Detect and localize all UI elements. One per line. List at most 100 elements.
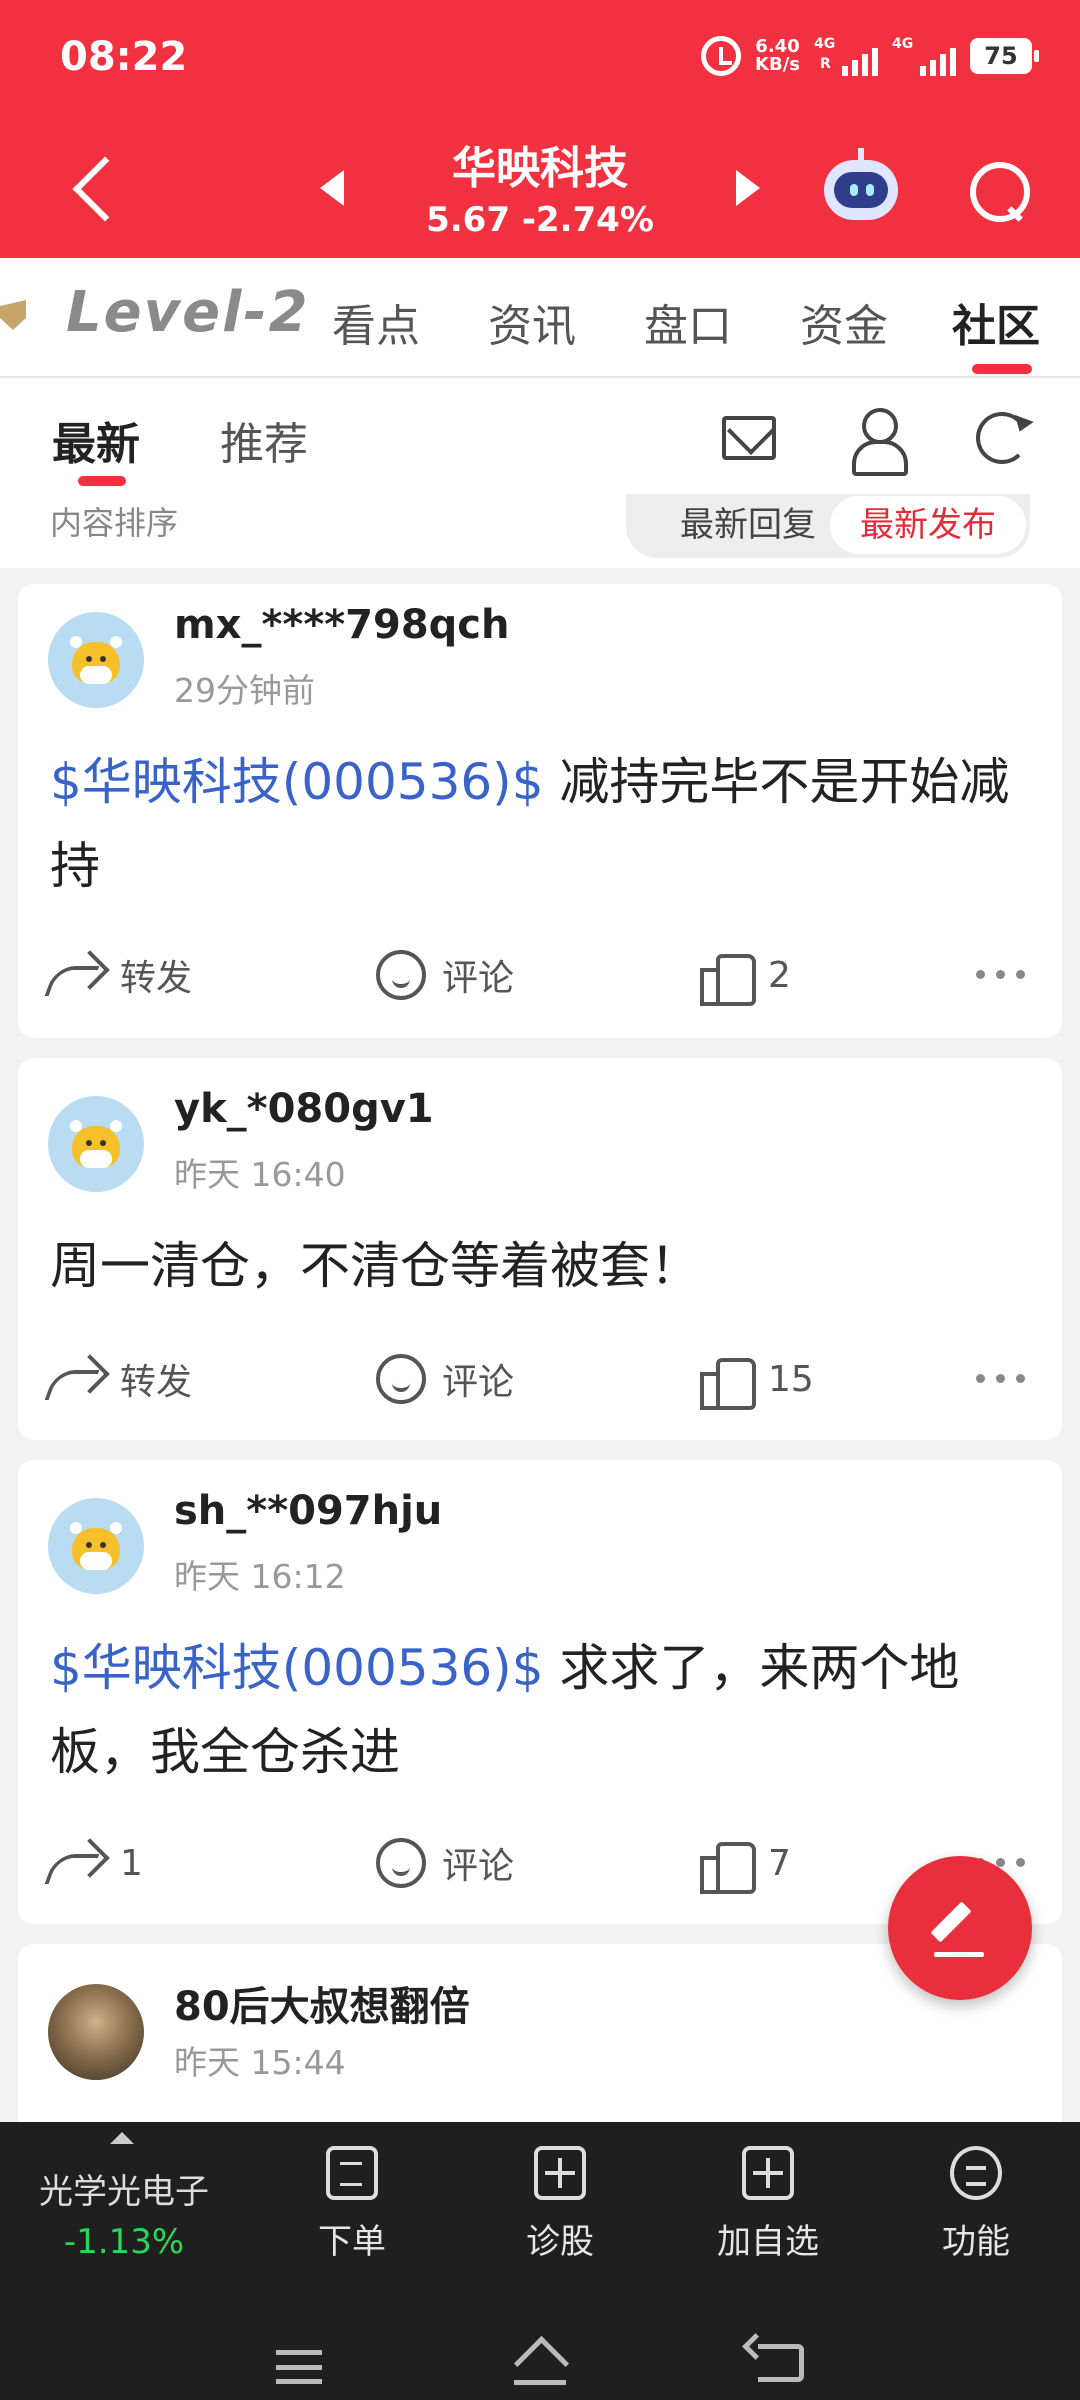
tab-community[interactable]: 社区 bbox=[952, 290, 1040, 354]
post-content[interactable]: $华映科技(000536)$ 求求了，来两个地板，我全仓杀进 bbox=[50, 1626, 1040, 1794]
avatar[interactable] bbox=[48, 1498, 144, 1594]
sim1-roaming: R bbox=[820, 56, 831, 72]
post-time: 昨天 16:12 bbox=[174, 1557, 346, 1596]
tab-level2[interactable]: Level-2 bbox=[66, 280, 310, 345]
cow-avatar-icon bbox=[66, 632, 126, 692]
sort-toggle: 最新回复 最新发布 bbox=[626, 494, 1030, 558]
like-button[interactable]: 15 bbox=[700, 1344, 814, 1414]
post-content[interactable]: $华映科技(000536)$ 减持完毕不是开始减持 bbox=[50, 740, 1040, 908]
like-button[interactable]: 7 bbox=[700, 1828, 791, 1898]
stock-name: 华映科技 bbox=[452, 143, 628, 194]
avatar[interactable] bbox=[48, 1984, 144, 2080]
post-username[interactable]: 80后大叔想翻倍 bbox=[174, 1974, 470, 2032]
like-count: 2 bbox=[768, 954, 791, 996]
tab-funds[interactable]: 资金 bbox=[800, 290, 888, 354]
prev-stock-icon[interactable] bbox=[320, 170, 344, 206]
share-label: 转发 bbox=[120, 1362, 193, 1403]
functions-button[interactable]: 功能 bbox=[896, 2146, 1056, 2263]
diagnose-button[interactable]: 诊股 bbox=[480, 2146, 640, 2263]
back-button[interactable] bbox=[66, 156, 126, 216]
tab-quotes[interactable]: 盘口 bbox=[644, 290, 732, 354]
post-card[interactable]: sh_**097hju 昨天 16:12 $华映科技(000536)$ 求求了，… bbox=[18, 1460, 1062, 1924]
caret-up-icon bbox=[110, 2132, 134, 2144]
profile-icon[interactable] bbox=[850, 408, 908, 476]
menu-circle-icon bbox=[950, 2146, 1002, 2200]
share-count: 1 bbox=[120, 1842, 143, 1884]
recent-apps-icon[interactable] bbox=[276, 2350, 322, 2384]
sort-label: 内容排序 bbox=[50, 504, 179, 542]
avatar[interactable] bbox=[48, 612, 144, 708]
alarm-icon bbox=[701, 36, 742, 76]
stock-tag-link[interactable]: $华映科技(000536)$ bbox=[50, 753, 544, 811]
thumbs-up-icon bbox=[700, 1354, 756, 1410]
net-speed-unit: KB/s bbox=[755, 54, 800, 75]
order-button[interactable]: 下单 bbox=[272, 2146, 432, 2263]
diagnose-label: 诊股 bbox=[526, 2222, 594, 2262]
subtab-latest[interactable]: 最新 bbox=[52, 408, 140, 472]
sector-change: -1.13% bbox=[63, 2222, 185, 2262]
sort-latest-reply[interactable]: 最新回复 bbox=[648, 496, 848, 554]
post-actions: 转发 评论 15 bbox=[18, 1344, 1062, 1414]
like-count: 7 bbox=[768, 1842, 791, 1884]
post-card[interactable]: yk_*080gv1 昨天 16:40 周一清仓，不清仓等着被套！ 转发 评论 … bbox=[18, 1058, 1062, 1440]
post-time: 昨天 15:44 bbox=[174, 2043, 346, 2082]
add-watchlist-button[interactable]: 加自选 bbox=[688, 2146, 848, 2263]
subtab-recommend[interactable]: 推荐 bbox=[220, 408, 308, 472]
comment-label: 评论 bbox=[442, 1846, 515, 1887]
comment-button[interactable]: 评论 bbox=[376, 1828, 514, 1898]
more-icon[interactable] bbox=[976, 970, 1026, 980]
stock-tag-link[interactable]: $华映科技(000536)$ bbox=[50, 1639, 544, 1697]
post-username[interactable]: yk_*080gv1 bbox=[174, 1086, 434, 1132]
comment-button[interactable]: 评论 bbox=[376, 940, 514, 1010]
thumbs-up-icon bbox=[700, 1838, 756, 1894]
share-button[interactable]: 转发 bbox=[50, 940, 192, 1010]
network-speed: 6.40 KB/s bbox=[755, 38, 800, 74]
post-username[interactable]: sh_**097hju bbox=[174, 1488, 442, 1534]
robot-assistant-icon[interactable] bbox=[824, 148, 898, 220]
cow-avatar-icon bbox=[66, 1116, 126, 1176]
signal-1-icon: 4G R bbox=[814, 36, 878, 76]
sector-name: 光学光电子 bbox=[39, 2172, 209, 2212]
post-time: 昨天 16:40 bbox=[174, 1155, 346, 1194]
post-content[interactable]: 周一清仓，不清仓等着被套！ bbox=[50, 1224, 1040, 1308]
comment-button[interactable]: 评论 bbox=[376, 1344, 514, 1414]
status-bar: 08:22 6.40 KB/s 4G R 4G 75 bbox=[0, 0, 1080, 118]
sector-ticker[interactable]: 光学光电子 -1.13% bbox=[0, 2122, 248, 2292]
cow-avatar-icon bbox=[66, 1518, 126, 1578]
app-header: 08:22 6.40 KB/s 4G R 4G 75 华映科技 5.67 -2.… bbox=[0, 0, 1080, 258]
order-label: 下单 bbox=[318, 2222, 386, 2262]
sim1-label: 4G bbox=[814, 36, 836, 52]
signal-2-icon: 4G bbox=[892, 36, 956, 76]
sort-latest-publish[interactable]: 最新发布 bbox=[830, 496, 1026, 554]
share-icon bbox=[50, 1840, 104, 1886]
add-watchlist-label: 加自选 bbox=[717, 2222, 819, 2262]
comment-label: 评论 bbox=[442, 958, 515, 999]
avatar[interactable] bbox=[48, 1096, 144, 1192]
tab-active-indicator bbox=[972, 364, 1032, 374]
tab-news[interactable]: 资讯 bbox=[488, 290, 576, 354]
like-count: 15 bbox=[768, 1358, 814, 1400]
comment-icon bbox=[376, 1838, 426, 1888]
share-icon bbox=[50, 1356, 104, 1402]
subtab-active-indicator bbox=[78, 476, 126, 486]
like-button[interactable]: 2 bbox=[700, 940, 791, 1010]
back-nav-icon[interactable] bbox=[758, 2344, 804, 2382]
share-button[interactable]: 1 bbox=[50, 1828, 143, 1898]
home-icon[interactable] bbox=[514, 2342, 566, 2386]
compose-post-button[interactable] bbox=[888, 1856, 1032, 2000]
post-card[interactable]: mx_****798qch 29分钟前 $华映科技(000536)$ 减持完毕不… bbox=[18, 584, 1062, 1038]
share-button[interactable]: 转发 bbox=[50, 1344, 192, 1414]
system-nav-bar bbox=[0, 2322, 1080, 2400]
tab-kandian[interactable]: 看点 bbox=[332, 290, 420, 354]
battery-indicator: 75 bbox=[970, 38, 1039, 74]
post-username[interactable]: mx_****798qch bbox=[174, 602, 509, 648]
more-icon[interactable] bbox=[976, 1374, 1026, 1384]
community-subbar: 最新 推荐 内容排序 最新回复 最新发布 bbox=[0, 378, 1080, 568]
post-time: 29分钟前 bbox=[174, 671, 315, 710]
search-icon[interactable] bbox=[966, 158, 1030, 222]
mail-icon[interactable] bbox=[722, 416, 776, 460]
refresh-icon[interactable] bbox=[976, 412, 1028, 464]
share-label: 转发 bbox=[120, 958, 193, 999]
bottom-toolbar: 光学光电子 -1.13% 下单 诊股 加自选 功能 bbox=[0, 2122, 1080, 2400]
next-stock-icon[interactable] bbox=[736, 170, 760, 206]
